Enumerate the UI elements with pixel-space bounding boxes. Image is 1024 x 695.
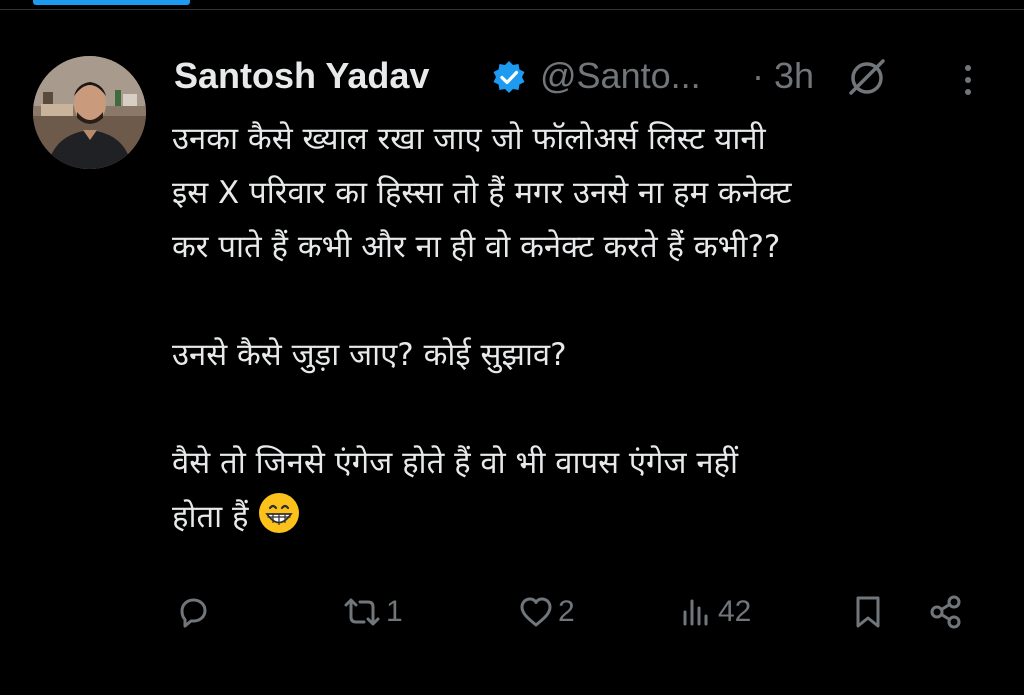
post-text: उनका कैसे ख्याल रखा जाए जो फॉलोअर्स लिस्… [172,112,1002,544]
views-button[interactable]: 42 [680,588,751,636]
post-text-line: वैसे तो जिनसे एंगेज होते हैं वो भी वापस … [172,445,739,481]
active-tab-indicator [33,0,190,5]
repost-count: 1 [386,595,403,628]
post-text-line: इस X परिवार का हिस्सा तो हैं मगर उनसे ना… [172,175,792,211]
post-text-line: उनका कैसे ख्याल रखा जाए जो फॉलोअर्स लिस्… [172,121,766,157]
bookmark-icon [856,596,880,628]
post-text-line: होता हैं [172,499,249,535]
verified-badge-icon[interactable] [492,60,526,94]
post-header: Santosh Yadav @Santo... · 3h [174,52,994,102]
author-handle[interactable]: @Santo... [540,54,701,98]
more-vertical-icon[interactable] [956,62,980,98]
like-count: 2 [558,595,575,628]
author-display-name[interactable]: Santosh Yadav [174,54,429,98]
share-button[interactable] [928,588,964,636]
repost-button[interactable]: 1 [342,588,403,636]
views-count: 42 [718,595,752,628]
post-text-line: उनसे कैसे जुड़ा जाए? कोई सुझाव? [172,337,567,373]
repost-icon [344,598,380,626]
heart-icon [520,597,552,627]
bookmark-button[interactable] [852,588,884,636]
share-icon [930,595,961,629]
reply-icon [180,598,207,628]
views-icon [683,599,708,626]
like-button[interactable]: 2 [518,588,575,636]
post-text-line-with-emoji: होता हैं [172,490,1002,544]
reply-button[interactable] [176,588,214,636]
post-text-line: कर पाते हैं कभी और ना ही वो कनेक्ट करते … [172,229,781,265]
grinning-face-emoji [258,493,299,533]
post-actions-bar: 1 2 42 [172,588,972,636]
avatar[interactable] [33,56,146,169]
post-timestamp[interactable]: · 3h [752,54,814,98]
top-divider [0,9,1024,10]
grok-icon[interactable] [846,56,888,98]
